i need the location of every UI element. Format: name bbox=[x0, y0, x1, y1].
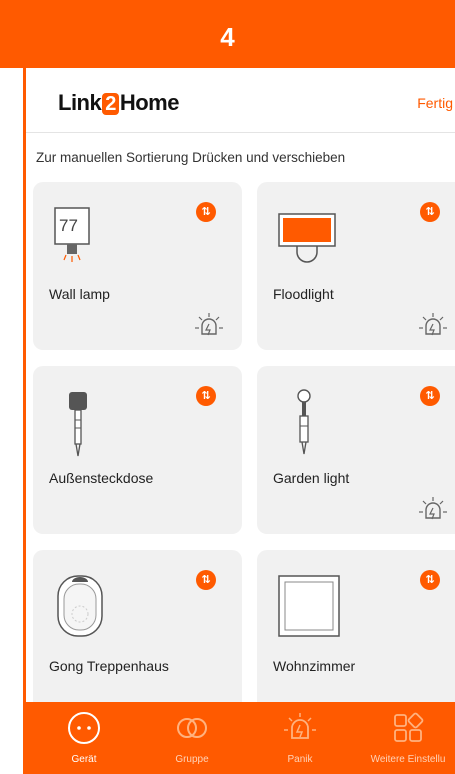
tab-label: Gruppe bbox=[175, 754, 209, 765]
more-settings-icon bbox=[394, 712, 424, 742]
bottom-tab-bar: Gerät Gruppe Panik Weitere Einstellu bbox=[26, 702, 455, 774]
wall-switch-icon bbox=[278, 575, 340, 637]
floodlight-icon bbox=[278, 213, 336, 263]
device-card-floodlight[interactable]: ⇅ Floodlight bbox=[257, 182, 455, 350]
sort-icon[interactable]: ⇅ bbox=[196, 570, 216, 590]
device-card-outdoor-socket[interactable]: ⇅ Außensteckdose bbox=[33, 366, 242, 534]
alarm-siren-icon[interactable] bbox=[417, 310, 449, 342]
device-name: Gong Treppenhaus bbox=[49, 658, 169, 674]
app-screen: Link 2 Home Fertig Zur manuellen Sortierun… bbox=[23, 68, 455, 774]
tab-label: Panik bbox=[287, 754, 313, 765]
sort-icon[interactable]: ⇅ bbox=[196, 202, 216, 222]
panic-alarm-icon bbox=[284, 713, 316, 739]
tab-more-settings[interactable]: Weitere Einstellu bbox=[354, 702, 455, 774]
device-name: Garden light bbox=[273, 470, 350, 486]
device-icon bbox=[68, 712, 100, 744]
device-name: Außensteckdose bbox=[49, 470, 154, 486]
sort-hint: Zur manuellen Sortierung Drücken und ver… bbox=[36, 150, 346, 165]
step-number: 4 bbox=[220, 22, 235, 52]
wall-lamp-display-number: 77 bbox=[59, 216, 78, 235]
sort-icon[interactable]: ⇅ bbox=[420, 386, 440, 406]
nav-bar: Link 2 Home Fertig bbox=[26, 68, 455, 133]
sort-icon[interactable]: ⇅ bbox=[420, 570, 440, 590]
app-logo: Link 2 Home bbox=[58, 90, 179, 116]
tab-group[interactable]: Gruppe bbox=[138, 702, 246, 774]
device-card-gong[interactable]: ⇅ Gong Treppenhaus bbox=[33, 550, 242, 718]
logo-text-2: 2 bbox=[102, 93, 119, 115]
device-card-wohnzimmer[interactable]: ⇅ Wohnzimmer bbox=[257, 550, 455, 718]
tab-label: Gerät bbox=[71, 754, 97, 765]
step-banner: 4 bbox=[0, 0, 455, 68]
alarm-siren-icon[interactable] bbox=[417, 494, 449, 526]
device-card-wall-lamp[interactable]: 77 ⇅ Wall lamp bbox=[33, 182, 242, 350]
device-name: Wohnzimmer bbox=[273, 658, 356, 674]
sort-icon[interactable]: ⇅ bbox=[196, 386, 216, 406]
group-icon bbox=[177, 718, 207, 738]
outdoor-socket-icon bbox=[69, 392, 87, 457]
device-card-garden-light[interactable]: ⇅ Garden light bbox=[257, 366, 455, 534]
gong-icon bbox=[57, 575, 103, 637]
tab-device[interactable]: Gerät bbox=[30, 702, 138, 774]
tab-panic[interactable]: Panik bbox=[246, 702, 354, 774]
done-button[interactable]: Fertig bbox=[417, 95, 453, 111]
device-name: Wall lamp bbox=[49, 286, 110, 302]
sort-icon[interactable]: ⇅ bbox=[420, 202, 440, 222]
garden-light-icon bbox=[297, 389, 311, 455]
logo-text-link: Link bbox=[58, 90, 102, 115]
device-name: Floodlight bbox=[273, 286, 334, 302]
tab-label: Weitere Einstellu bbox=[370, 754, 446, 765]
alarm-siren-icon[interactable] bbox=[193, 310, 225, 342]
logo-text-home: Home bbox=[119, 90, 180, 115]
